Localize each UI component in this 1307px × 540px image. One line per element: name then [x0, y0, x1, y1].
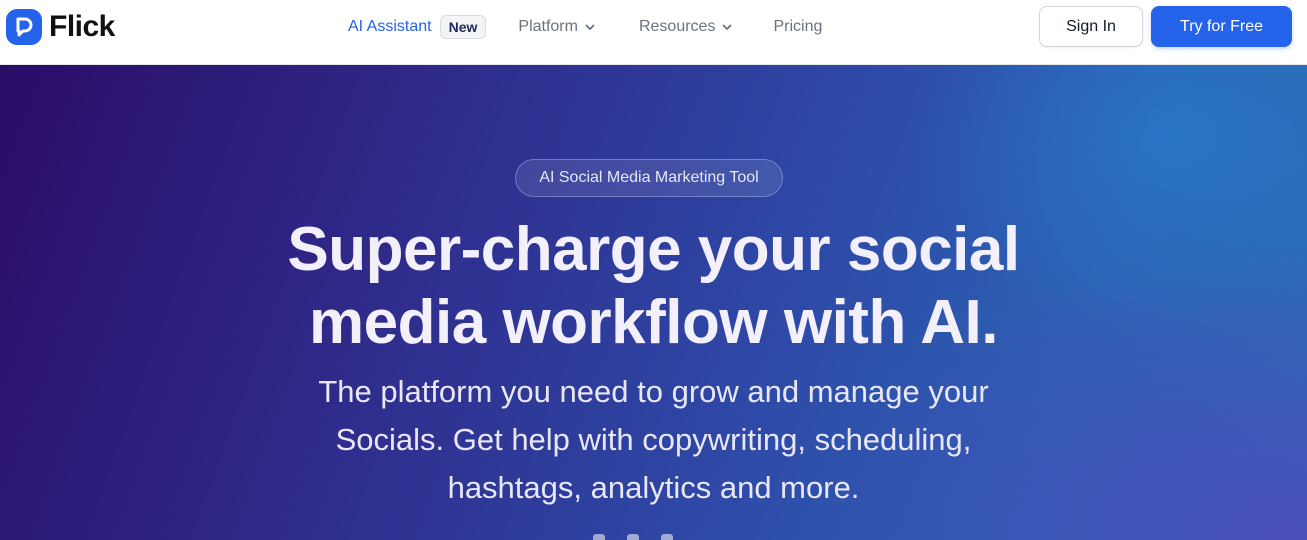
social-icons-row	[593, 534, 673, 540]
nav-pricing[interactable]: Pricing	[773, 14, 822, 40]
nav-resources[interactable]: Resources	[639, 14, 732, 40]
hero-section: AI Social Media Marketing Tool Super-cha…	[0, 65, 1307, 540]
logo-link[interactable]: Flick	[6, 8, 115, 46]
social-icon	[661, 534, 673, 540]
main-nav: AI Assistant New Platform Resources Pric…	[348, 14, 822, 40]
top-navbar: Flick AI Assistant New Platform Resource…	[0, 0, 1307, 65]
subtext-line-3: hashtags, analytics and more.	[447, 470, 860, 505]
chevron-down-icon	[722, 22, 732, 32]
new-badge: New	[439, 15, 487, 39]
headline-line-1: Super-charge your social	[287, 215, 1020, 284]
headline-line-2: media workflow with AI.	[309, 288, 998, 357]
subtext-line-1: The platform you need to grow and manage…	[318, 374, 989, 409]
flick-logo-icon	[6, 9, 42, 45]
nav-resources-label: Resources	[638, 18, 716, 35]
social-icon	[627, 534, 639, 540]
sign-in-button[interactable]: Sign In	[1039, 6, 1143, 47]
hero-headline: Super-charge your social media workflow …	[0, 213, 1307, 359]
nav-ai-assistant[interactable]: AI Assistant New	[348, 14, 487, 40]
try-for-free-button[interactable]: Try for Free	[1151, 6, 1292, 47]
tagline-pill: AI Social Media Marketing Tool	[515, 159, 783, 197]
brand-name: Flick	[49, 10, 115, 43]
subtext-line-2: Socials. Get help with copywriting, sche…	[335, 422, 972, 457]
nav-platform-label: Platform	[518, 18, 578, 35]
nav-platform[interactable]: Platform	[518, 14, 595, 40]
social-icon	[593, 534, 605, 540]
nav-ai-assistant-label: AI Assistant	[348, 18, 432, 35]
hero-subtext: The platform you need to grow and manage…	[0, 368, 1307, 512]
chevron-down-icon	[585, 22, 595, 32]
